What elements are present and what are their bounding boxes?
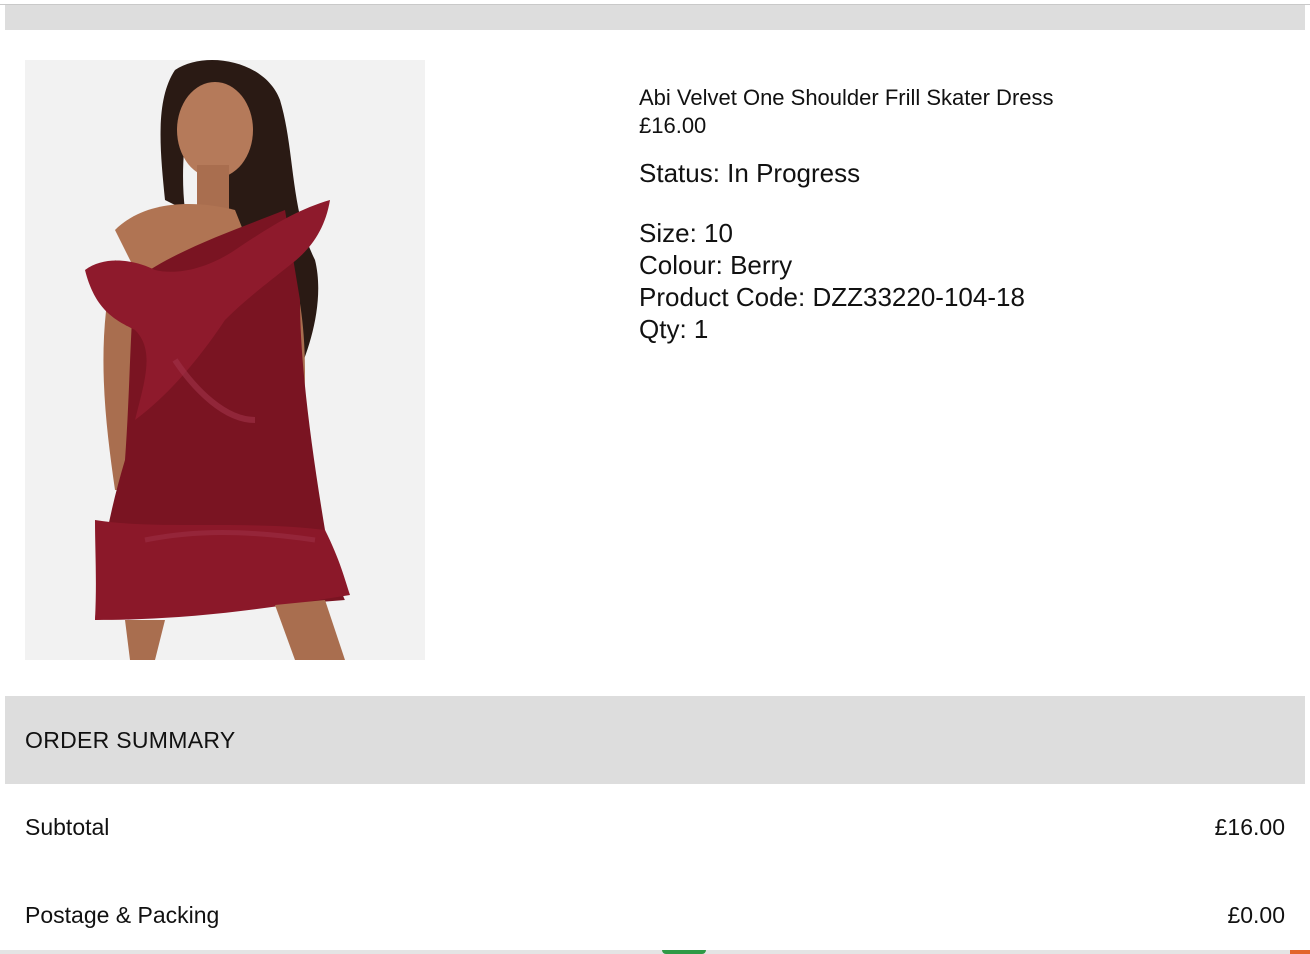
attribute-qty: Qty: 1 [639, 313, 1279, 345]
attribute-label: Size: [639, 218, 697, 248]
attribute-value: Berry [730, 250, 793, 280]
attribute-label: Colour: [639, 250, 723, 280]
product-price: £16.00 [639, 113, 707, 138]
order-summary-title: ORDER SUMMARY [25, 727, 236, 753]
partial-orange-badge-icon [1290, 950, 1310, 954]
product-details: Abi Velvet One Shoulder Frill Skater Dre… [639, 84, 1279, 345]
attribute-label: Product Code: [639, 282, 806, 312]
summary-value: £0.00 [1227, 902, 1285, 928]
partial-green-badge-icon [662, 950, 706, 954]
attribute-value: DZZ33220-104-18 [812, 282, 1025, 312]
attribute-value: 10 [704, 218, 733, 248]
summary-label: Subtotal [25, 814, 110, 840]
attribute-value: 1 [693, 314, 709, 344]
attribute-label: Qty: [639, 314, 687, 344]
product-name[interactable]: Abi Velvet One Shoulder Frill Skater Dre… [639, 84, 1279, 112]
summary-label: Postage & Packing [25, 902, 220, 928]
summary-row-subtotal: Subtotal £16.00 [25, 812, 1285, 842]
status-value: In Progress [727, 158, 861, 188]
order-summary-header: ORDER SUMMARY [5, 696, 1305, 784]
summary-row-postage: Postage & Packing £0.00 [25, 900, 1285, 930]
order-detail-page: Abi Velvet One Shoulder Frill Skater Dre… [0, 0, 1310, 954]
attribute-product-code: Product Code: DZZ33220-104-18 [639, 281, 1279, 313]
attribute-size: Size: 10 [639, 217, 1279, 249]
product-image[interactable] [25, 60, 425, 660]
summary-value: £16.00 [1214, 814, 1285, 840]
attribute-colour: Colour: Berry [639, 249, 1279, 281]
top-header-bar [5, 5, 1305, 30]
status-label: Status: [639, 158, 720, 188]
product-attributes: Size: 10 Colour: Berry Product Code: DZZ… [639, 217, 1279, 345]
order-status: Status: In Progress [639, 157, 1279, 189]
dress-photo-icon [25, 60, 425, 660]
bottom-edge-strip [0, 950, 1310, 954]
